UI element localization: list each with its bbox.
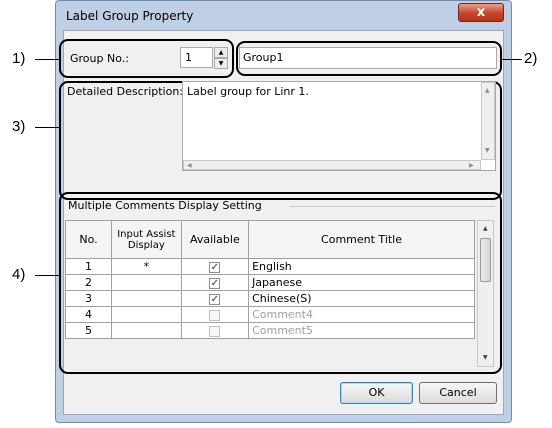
row-no: 3 — [64, 290, 113, 307]
row-available[interactable] — [180, 306, 250, 323]
available-checkbox[interactable]: ✓ — [209, 261, 221, 273]
group-number-input[interactable]: 1 — [180, 47, 213, 68]
table-row[interactable]: 2 ✓ Japanese — [64, 274, 475, 291]
description-vscrollbar[interactable]: ▲ ▼ — [481, 82, 495, 160]
annotation-3: 3) — [12, 118, 26, 135]
table-row[interactable]: 5 Comment5 — [64, 322, 475, 339]
row-input-assist[interactable] — [111, 274, 182, 291]
annotation-1-leader — [35, 59, 60, 60]
group-number-spin-up[interactable]: ▲ — [214, 47, 228, 58]
annotation-2-leader — [501, 59, 522, 60]
row-available[interactable] — [180, 322, 250, 339]
description-label: Detailed Description: — [67, 85, 184, 98]
row-no: 2 — [64, 274, 113, 291]
scroll-down-icon: ▼ — [485, 147, 490, 154]
description-textarea[interactable]: Label group for Linr 1. — [182, 81, 496, 171]
description-hscrollbar[interactable]: ◀ ▶ — [183, 160, 481, 170]
cancel-button[interactable]: Cancel — [419, 382, 497, 404]
group-number-label: Group No.: — [70, 52, 129, 65]
scroll-thumb[interactable] — [480, 238, 491, 282]
ok-button[interactable]: OK — [340, 382, 413, 404]
section-divider — [290, 206, 495, 207]
row-available[interactable]: ✓ — [180, 290, 250, 307]
header-input-assist: Input Assist Display — [111, 220, 182, 259]
header-no: No. — [64, 220, 113, 259]
row-no: 5 — [64, 322, 113, 339]
header-available: Available — [180, 220, 250, 259]
annotation-3-leader — [35, 127, 60, 128]
available-checkbox[interactable]: ✓ — [209, 277, 221, 289]
close-button[interactable]: x — [458, 3, 504, 22]
scroll-down-icon: ▼ — [483, 354, 488, 361]
row-comment-title[interactable]: Comment4 — [248, 306, 475, 323]
scroll-right-icon: ▶ — [469, 162, 474, 169]
table-row[interactable]: 3 ✓ Chinese(S) — [64, 290, 475, 307]
scroll-up-icon: ▲ — [483, 225, 488, 232]
annotation-4: 4) — [12, 266, 26, 283]
row-comment-title[interactable]: Japanese — [248, 274, 475, 291]
comments-section-title: Multiple Comments Display Setting — [68, 199, 262, 212]
row-input-assist[interactable] — [111, 290, 182, 307]
available-checkbox[interactable]: ✓ — [209, 293, 221, 305]
available-checkbox[interactable] — [209, 325, 221, 337]
scroll-left-icon: ◀ — [187, 162, 192, 169]
spin-down-icon: ▼ — [218, 60, 224, 67]
header-comment-title: Comment Title — [248, 220, 475, 259]
group-number-value: 1 — [185, 51, 192, 64]
table-vscrollbar[interactable]: ▲ ▼ — [477, 220, 494, 367]
scroll-up-icon: ▲ — [485, 87, 490, 94]
comments-table: No. Input Assist Display Available Comme… — [64, 220, 475, 339]
annotation-1: 1) — [12, 50, 26, 67]
table-row[interactable]: 4 Comment4 — [64, 306, 475, 323]
group-name-value: Group1 — [243, 51, 284, 64]
available-checkbox[interactable] — [209, 309, 221, 321]
row-no: 1 — [64, 258, 113, 275]
row-comment-title[interactable]: Comment5 — [248, 322, 475, 339]
table-header-row: No. Input Assist Display Available Comme… — [64, 220, 475, 259]
row-comment-title[interactable]: Chinese(S) — [248, 290, 475, 307]
spin-up-icon: ▲ — [218, 49, 224, 56]
annotation-2: 2) — [524, 50, 538, 67]
annotation-4-leader — [35, 275, 60, 276]
row-input-assist[interactable] — [111, 322, 182, 339]
description-value: Label group for Linr 1. — [187, 85, 309, 98]
group-number-spin-down[interactable]: ▼ — [214, 58, 228, 69]
row-no: 4 — [64, 306, 113, 323]
row-input-assist[interactable]: * — [111, 258, 182, 275]
row-available[interactable]: ✓ — [180, 274, 250, 291]
table-row[interactable]: 1 * ✓ English — [64, 258, 475, 275]
group-name-input[interactable]: Group1 — [239, 47, 497, 69]
row-comment-title[interactable]: English — [248, 258, 475, 275]
window-title: Label Group Property — [66, 9, 194, 23]
row-available[interactable]: ✓ — [180, 258, 250, 275]
row-input-assist[interactable] — [111, 306, 182, 323]
